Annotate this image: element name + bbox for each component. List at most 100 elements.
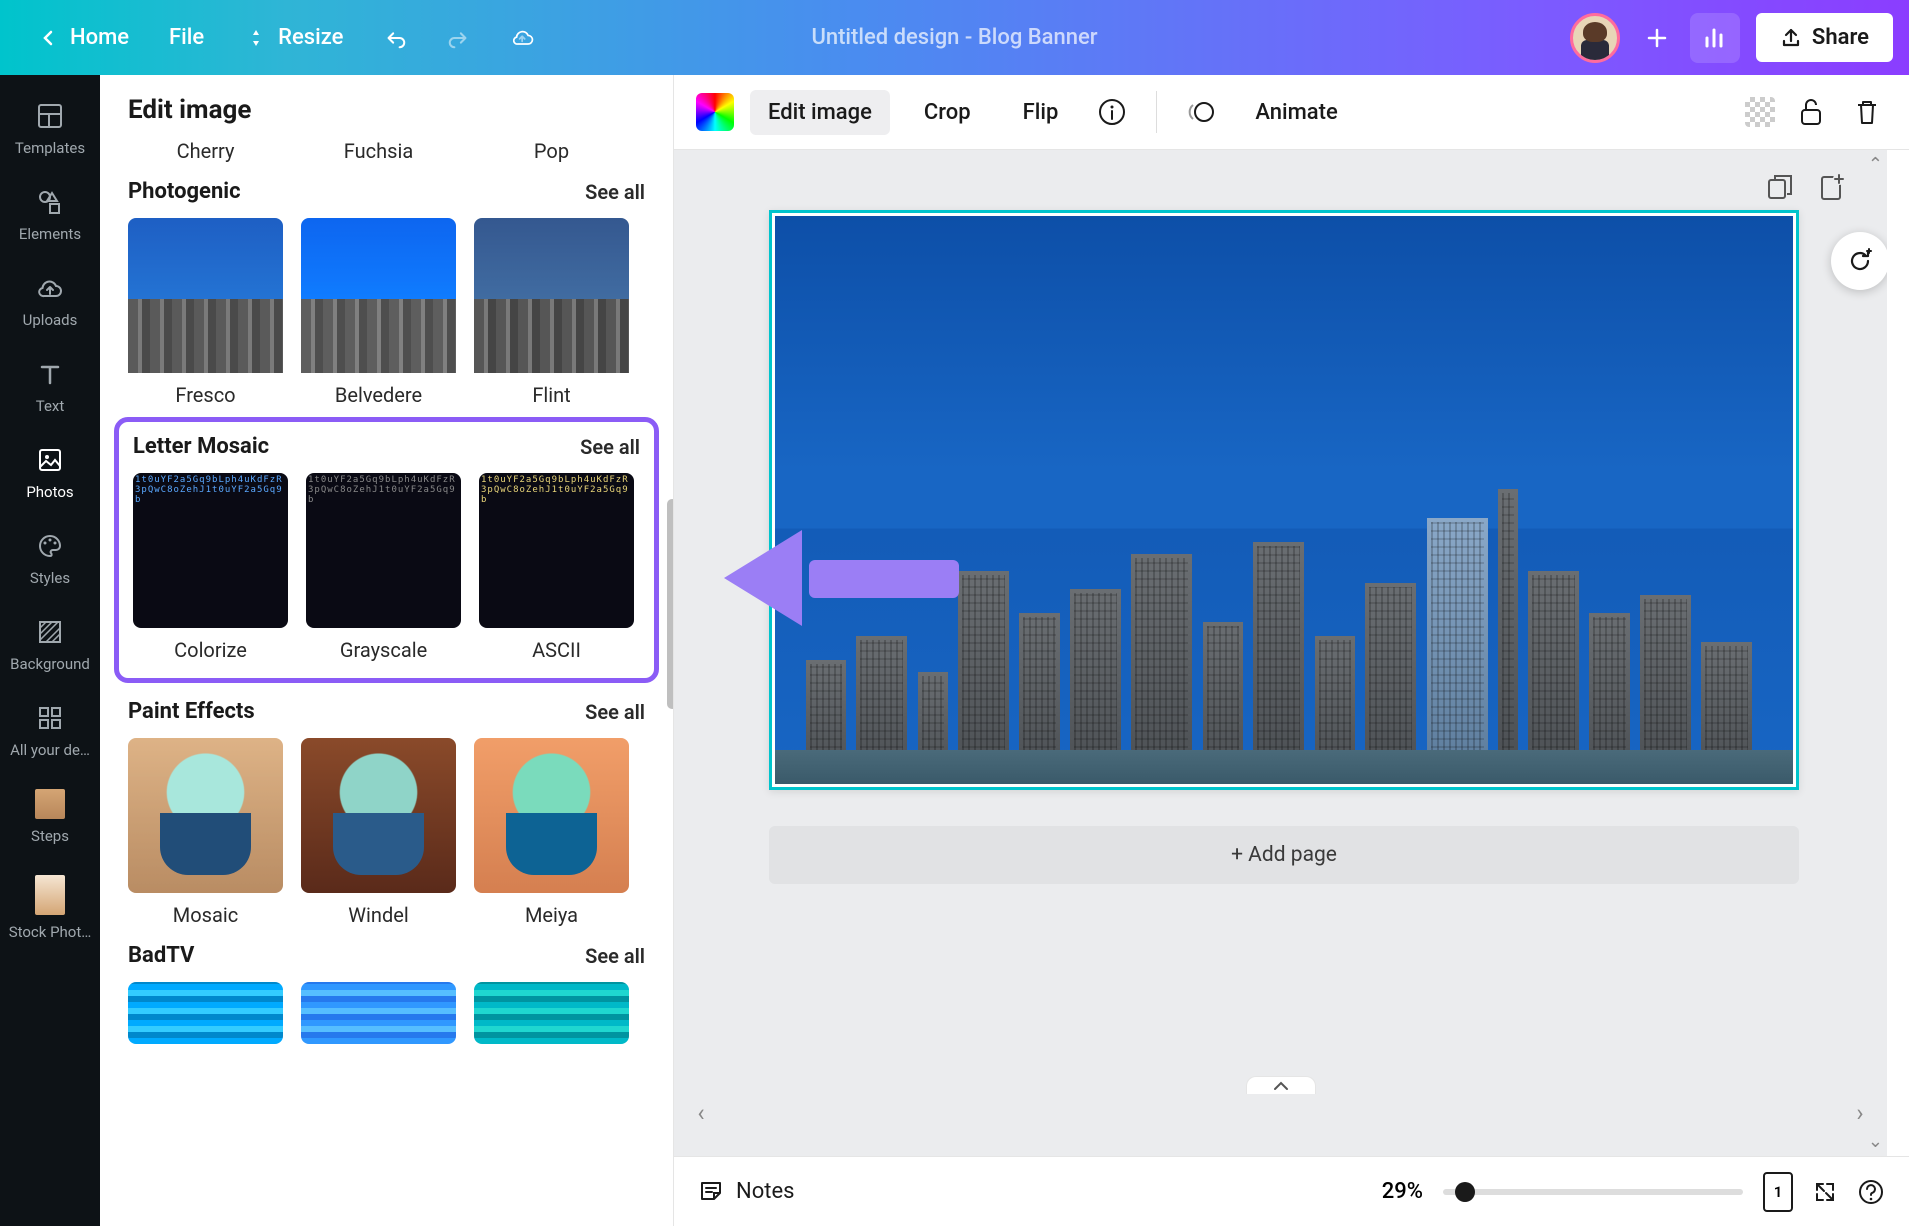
rail-uploads[interactable]: Uploads xyxy=(0,259,100,343)
avatar[interactable] xyxy=(1570,13,1620,63)
see-all-button[interactable]: See all xyxy=(585,180,645,204)
scroll-down-icon[interactable]: ⌄ xyxy=(1868,1131,1883,1152)
rail-label: Steps xyxy=(31,827,69,845)
upload-icon xyxy=(1780,27,1802,49)
thumb-label: Belvedere xyxy=(301,383,456,407)
hatch-icon xyxy=(35,617,65,647)
rail-stock-photos[interactable]: Stock Phot… xyxy=(0,861,100,955)
plus-icon xyxy=(1646,27,1668,49)
fullscreen-button[interactable] xyxy=(1813,1180,1837,1204)
rail-all-designs[interactable]: All your de… xyxy=(0,689,100,773)
see-all-button[interactable]: See all xyxy=(585,944,645,968)
filter-meiya[interactable]: Meiya xyxy=(474,738,629,927)
regenerate-button[interactable] xyxy=(1831,232,1887,290)
filter-row-labels: Cherry Fuchsia Pop xyxy=(128,139,645,163)
rail-elements[interactable]: Elements xyxy=(0,173,100,257)
rail-styles[interactable]: Styles xyxy=(0,517,100,601)
file-menu[interactable]: File xyxy=(149,15,224,60)
thumb-label: Windel xyxy=(301,903,456,927)
cloud-sync-button[interactable] xyxy=(491,16,555,60)
rail-label: Uploads xyxy=(23,311,78,329)
pages-count[interactable]: 1 xyxy=(1763,1172,1793,1212)
thumb-label: Meiya xyxy=(474,903,629,927)
bar-chart-icon xyxy=(1703,26,1727,50)
thumb-preview xyxy=(301,982,456,1044)
resize-icon xyxy=(244,26,268,50)
animate-button[interactable]: Animate xyxy=(1237,90,1355,135)
filter-belvedere[interactable]: Belvedere xyxy=(301,218,456,407)
rail-label: Text xyxy=(36,397,65,415)
bottom-bar: Notes 29% 1 xyxy=(674,1156,1909,1226)
rail-photos[interactable]: Photos xyxy=(0,431,100,515)
crop-button[interactable]: Crop xyxy=(906,90,989,135)
filter-fresco[interactable]: Fresco xyxy=(128,218,283,407)
notes-button[interactable]: Notes xyxy=(698,1179,794,1205)
filter-colorize[interactable]: Colorize xyxy=(133,473,288,662)
refresh-plus-icon xyxy=(1845,246,1875,276)
duplicate-page-button[interactable] xyxy=(1765,172,1799,206)
cloud-icon xyxy=(511,26,535,50)
add-member-button[interactable] xyxy=(1632,13,1682,63)
context-toolbar: Edit image Crop Flip Animate xyxy=(674,75,1909,150)
see-all-button[interactable]: See all xyxy=(585,700,645,724)
rail-templates[interactable]: Templates xyxy=(0,87,100,171)
thumb-preview xyxy=(474,218,629,373)
add-page-button[interactable] xyxy=(1817,172,1851,206)
color-swatch[interactable] xyxy=(696,93,734,131)
thumb-preview xyxy=(479,473,634,628)
group-title: BadTV xyxy=(128,943,194,968)
edit-image-panel: Edit image Cherry Fuchsia Pop Photogenic… xyxy=(100,75,674,1226)
steps-icon xyxy=(35,789,65,819)
filter-mosaic[interactable]: Mosaic xyxy=(128,738,283,927)
flip-button[interactable]: Flip xyxy=(1005,90,1077,135)
scroll-up-icon[interactable]: ⌃ xyxy=(1868,154,1883,175)
document-title[interactable]: Untitled design - Blog Banner xyxy=(811,25,1097,50)
share-button[interactable]: Share xyxy=(1756,13,1893,62)
lock-button[interactable] xyxy=(1791,92,1831,132)
info-button[interactable] xyxy=(1092,92,1132,132)
rail-text[interactable]: Text xyxy=(0,345,100,429)
rail-steps[interactable]: Steps xyxy=(0,775,100,859)
selected-image[interactable] xyxy=(769,210,1799,790)
undo-button[interactable] xyxy=(363,16,427,60)
resize-button[interactable]: Resize xyxy=(224,15,363,60)
filter-label: Cherry xyxy=(128,139,283,163)
lock-open-icon xyxy=(1798,97,1824,127)
rail-background[interactable]: Background xyxy=(0,603,100,687)
thumb-preview xyxy=(128,738,283,893)
skyline-image xyxy=(775,216,1793,784)
zoom-value[interactable]: 29% xyxy=(1382,1179,1423,1204)
thumb-label: Flint xyxy=(474,383,629,407)
thumb-label: ASCII xyxy=(479,638,634,662)
animate-icon-button[interactable] xyxy=(1181,92,1221,132)
add-page-bar[interactable]: + Add page xyxy=(769,826,1799,884)
filter-badtv-2[interactable] xyxy=(301,982,456,1044)
expand-pages-button[interactable] xyxy=(1246,1076,1316,1094)
text-icon xyxy=(35,359,65,389)
filter-windel[interactable]: Windel xyxy=(301,738,456,927)
filter-grayscale[interactable]: Grayscale xyxy=(306,473,461,662)
filter-badtv-3[interactable] xyxy=(474,982,629,1044)
group-badtv: BadTV See all xyxy=(128,943,645,1044)
grid-icon xyxy=(35,703,65,733)
edit-image-button[interactable]: Edit image xyxy=(750,90,890,135)
redo-button[interactable] xyxy=(427,16,491,60)
next-page-button[interactable]: › xyxy=(1845,1098,1875,1128)
help-button[interactable] xyxy=(1857,1178,1885,1206)
design-page[interactable] xyxy=(769,210,1799,790)
filter-badtv-1[interactable] xyxy=(128,982,283,1044)
insights-button[interactable] xyxy=(1690,13,1740,63)
prev-page-button[interactable]: ‹ xyxy=(686,1098,716,1128)
filter-ascii[interactable]: ASCII xyxy=(479,473,634,662)
panel-scrollbar[interactable] xyxy=(667,499,673,709)
slider-knob[interactable] xyxy=(1455,1182,1475,1202)
delete-button[interactable] xyxy=(1847,92,1887,132)
rail-label: Styles xyxy=(30,569,70,587)
see-all-button[interactable]: See all xyxy=(580,435,640,459)
thumb-label: Colorize xyxy=(133,638,288,662)
copy-icon xyxy=(1765,172,1795,202)
transparency-button[interactable] xyxy=(1745,97,1775,127)
filter-flint[interactable]: Flint xyxy=(474,218,629,407)
zoom-slider[interactable] xyxy=(1443,1189,1743,1195)
home-button[interactable]: Home xyxy=(16,15,149,60)
